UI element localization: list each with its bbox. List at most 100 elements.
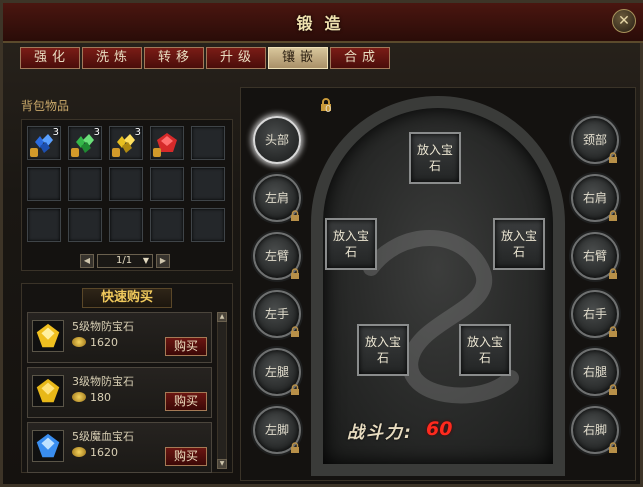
lock-icon [291,442,299,453]
slot-label: 左腿 [264,365,289,379]
bag-slot[interactable]: 3 [27,126,61,160]
lock-icon [291,326,299,337]
equip-slot-left-leg[interactable]: 左腿 [253,348,301,396]
item-price: 180 [90,391,111,404]
gem-socket-bottom-right[interactable]: 放入宝石 [459,324,511,376]
item-count: 3 [52,127,59,138]
equipment-panel: 0 头部 左肩 左臂 左手 左腿 左脚 颈部 右肩 右臂 右手 右腿 右脚 放入… [240,87,636,481]
gem-socket-right[interactable]: 放入宝石 [493,218,545,270]
item-icon-frame[interactable] [32,320,64,352]
bag-slot[interactable] [191,208,225,242]
item-count: 3 [93,127,100,138]
buy-button[interactable]: 购买 [165,447,207,466]
gem-socket-top[interactable]: 放入宝石 [409,132,461,184]
bag-slot[interactable] [191,126,225,160]
item-price: 1620 [90,446,118,459]
lock-icon [291,384,299,395]
tab-strengthen[interactable]: 强化 [20,47,80,69]
yellow-gem-icon [36,323,60,348]
slot-label: 左手 [264,307,289,321]
lock-icon [609,384,617,395]
bag-slot[interactable] [27,208,61,242]
gem-socket-bottom-left[interactable]: 放入宝石 [357,324,409,376]
equip-slot-neck[interactable]: 颈部 [571,116,619,164]
slot-label: 颈部 [582,133,607,147]
scroll-up-button[interactable]: ▲ [217,312,227,322]
gold-ingot-icon [72,337,86,347]
page-select[interactable]: 1/1 ▼ [97,254,153,268]
window-title: 锻造 [296,14,353,33]
tab-compose[interactable]: 合成 [330,47,390,69]
lock-count: 0 [325,104,332,115]
equip-slot-right-foot[interactable]: 右脚 [571,406,619,454]
item-icon-frame[interactable] [32,430,64,462]
item-name: 5级物防宝石 [72,320,134,333]
lock-icon [153,148,161,157]
bag-slot[interactable] [150,126,184,160]
next-page-button[interactable]: ▶ [156,254,170,268]
buy-button[interactable]: 购买 [165,337,207,356]
slot-label: 右脚 [582,423,607,437]
gold-ingot-icon [72,447,86,457]
bag-slot[interactable] [68,167,102,201]
quick-buy-title: 快速购买 [82,288,172,308]
lock-icon [609,442,617,453]
quick-buy-item: 3级物防宝石 180 购买 [27,367,212,418]
scrollbar[interactable]: ▲ ▼ [217,312,227,469]
title-bar[interactable]: 锻造 ✕ [3,3,643,43]
gem-socket-left[interactable]: 放入宝石 [325,218,377,270]
slot-label: 左肩 [264,191,289,205]
slot-label: 左臂 [264,249,289,263]
item-icon-frame[interactable] [32,375,64,407]
close-icon[interactable]: ✕ [612,9,636,33]
item-price: 1620 [90,336,118,349]
slot-label: 头部 [264,133,289,147]
equip-slot-head[interactable]: 头部 [253,116,301,164]
lock-icon [30,148,38,157]
yellow-gem-icon [36,378,60,403]
bag-slot[interactable] [68,208,102,242]
tab-refine[interactable]: 洗炼 [82,47,142,69]
forge-window: 锻造 ✕ 强化 洗炼 转移 升级 镶嵌 合成 背包物品 3 3 3 ◀ 1/1 … [0,0,643,487]
slot-label: 左脚 [264,423,289,437]
tab-upgrade[interactable]: 升级 [206,47,266,69]
equip-slot-right-hand[interactable]: 右手 [571,290,619,338]
gold-ingot-icon [72,392,86,402]
lock-icon [291,268,299,279]
buy-button[interactable]: 购买 [165,392,207,411]
item-name: 3级物防宝石 [72,375,134,388]
bag-slot[interactable]: 3 [68,126,102,160]
blue-gem-icon [36,433,60,458]
bag-slot[interactable] [150,208,184,242]
bag-pager: ◀ 1/1 ▼ ▶ [80,253,170,269]
tab-inlay[interactable]: 镶嵌 [268,47,328,69]
equip-slot-right-arm[interactable]: 右臂 [571,232,619,280]
slot-label: 右腿 [582,365,607,379]
bag-slot[interactable]: 3 [109,126,143,160]
bag-label: 背包物品 [21,99,70,113]
slot-label: 右肩 [582,191,607,205]
chevron-down-icon: ▼ [142,256,149,265]
page-indicator: 1/1 [116,255,133,266]
lock-icon [112,148,120,157]
quick-buy-item: 5级物防宝石 1620 购买 [27,312,212,363]
equip-slot-left-shoulder[interactable]: 左肩 [253,174,301,222]
equip-slot-left-hand[interactable]: 左手 [253,290,301,338]
equip-slot-right-shoulder[interactable]: 右肩 [571,174,619,222]
tab-transfer[interactable]: 转移 [144,47,204,69]
item-count: 3 [134,127,141,138]
lock-icon [71,148,79,157]
bag-slot[interactable] [150,167,184,201]
equip-slot-right-leg[interactable]: 右腿 [571,348,619,396]
scroll-down-button[interactable]: ▼ [217,459,227,469]
equip-slot-left-foot[interactable]: 左脚 [253,406,301,454]
bag-slot[interactable] [191,167,225,201]
bag-slot[interactable] [27,167,61,201]
combat-power-label: 战斗力: [347,423,413,443]
lock-icon [609,210,617,221]
bag-slot[interactable] [109,167,143,201]
equip-slot-left-arm[interactable]: 左臂 [253,232,301,280]
bag-slot[interactable] [109,208,143,242]
bag-grid: 3 3 3 [21,119,233,271]
prev-page-button[interactable]: ◀ [80,254,94,268]
